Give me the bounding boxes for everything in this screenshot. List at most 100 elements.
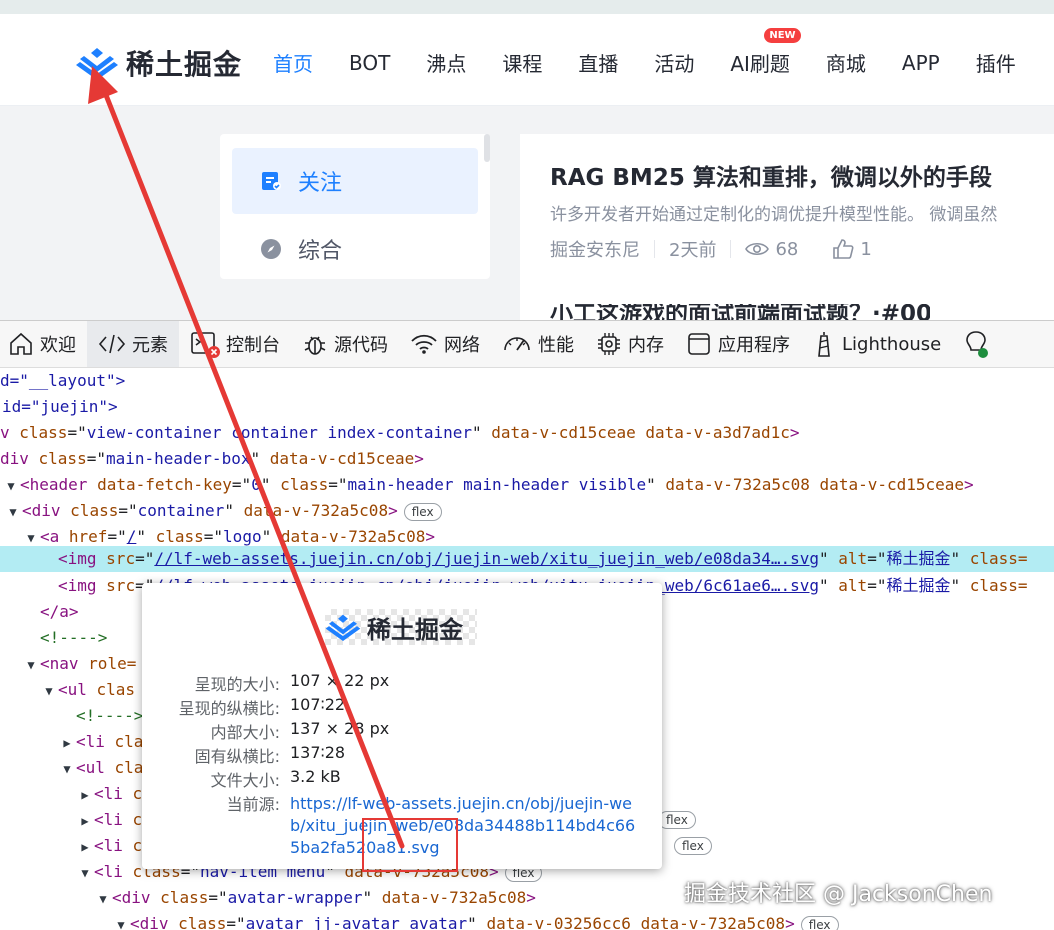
console-icon xyxy=(191,332,220,358)
meta-divider xyxy=(730,240,732,258)
tab-elements[interactable]: 元素 xyxy=(87,321,179,367)
sidebar-item-label: 关注 xyxy=(298,171,343,196)
expand-triangle-icon[interactable]: ▶ xyxy=(76,834,94,860)
tooltip-label: 内部大小: xyxy=(210,723,280,742)
juejin-logo-icon xyxy=(76,48,118,80)
tooltip-value: 137∶28 xyxy=(290,743,346,762)
tab-sources[interactable]: 源代码 xyxy=(291,321,399,367)
bug-icon xyxy=(304,336,326,355)
nav-item-course[interactable]: 课程 xyxy=(502,48,542,77)
tab-performance[interactable]: 性能 xyxy=(491,321,585,367)
tab-label: 性能 xyxy=(538,335,574,356)
nav-item-bot[interactable]: BOT xyxy=(349,51,390,75)
thumbs-up-icon[interactable] xyxy=(832,238,854,260)
home-icon xyxy=(10,332,32,355)
browser-top-strip xyxy=(0,0,1054,14)
article-views: 68 xyxy=(775,238,799,260)
tooltip-source-link[interactable]: https://lf-web-assets.juejin.cn/obj/juej… xyxy=(290,793,640,859)
dom-node[interactable]: ▼ <div class="container" data-v-732a5c08>… xyxy=(0,498,1054,524)
site-header: 稀土掘金 首页 BOT 沸点 课程 直播 活动 AI刷题 NEW 商城 APP 插… xyxy=(0,14,1054,106)
tooltip-label: 呈现的纵横比: xyxy=(178,699,280,718)
expand-triangle-icon[interactable]: ▶ xyxy=(58,730,76,756)
collapse-triangle-icon[interactable]: ▼ xyxy=(22,652,40,678)
next-article-title[interactable]: 小工这游戏的面试前端面试题？·#000 xyxy=(550,304,930,320)
article-likes: 1 xyxy=(860,238,872,260)
wifi-icon xyxy=(411,334,437,354)
tab-console[interactable]: 控制台 xyxy=(179,321,291,367)
tab-label: 应用程序 xyxy=(718,335,790,356)
article-title[interactable]: RAG BM25 算法和重排，微调以外的手段 xyxy=(550,158,992,192)
lightbulb-icon xyxy=(966,331,989,358)
nav-item-shop[interactable]: 商城 xyxy=(826,48,866,77)
sidebar-scrollbar[interactable] xyxy=(484,134,490,162)
tooltip-label: 文件大小: xyxy=(210,771,280,790)
tab-label: 控制台 xyxy=(226,335,280,356)
nav-item-pins[interactable]: 沸点 xyxy=(426,48,466,77)
devtools-tab-bar: 欢迎 元素 控制台 源代码 网络 性能 内存 应用程序 Lighthouse xyxy=(0,320,1054,368)
lighthouse-icon xyxy=(818,332,830,357)
new-badge: NEW xyxy=(764,28,801,43)
dom-node-selected[interactable]: <img src="//lf-web-assets.juejin.cn/obj/… xyxy=(0,546,1054,572)
expand-triangle-icon[interactable]: ▶ xyxy=(76,808,94,834)
article-abstract[interactable]: 许多开发者开始通过定制化的调优提升模型性能。 微调虽然 xyxy=(550,200,997,225)
collapse-triangle-icon[interactable]: ▼ xyxy=(2,473,20,499)
tab-overflow[interactable] xyxy=(952,321,995,367)
tab-memory[interactable]: 内存 xyxy=(585,321,675,367)
dom-node[interactable]: d="__layout"> xyxy=(0,368,1054,394)
code-icon xyxy=(98,334,126,354)
tab-network[interactable]: 网络 xyxy=(399,321,491,367)
tooltip-label: 当前源: xyxy=(226,795,280,814)
tooltip-label: 呈现的大小: xyxy=(194,675,280,694)
nav-item-events[interactable]: 活动 xyxy=(654,48,694,77)
sidebar-item-follow[interactable]: 关注 xyxy=(232,148,478,214)
flex-badge[interactable]: flex xyxy=(658,811,696,829)
watermark: 掘金技术社区 @ JacksonChen xyxy=(684,882,993,907)
tooltip-row-file-size: 文件大小: 3.2 kB xyxy=(142,767,341,791)
tooltip-image-preview: 稀土掘金 xyxy=(325,609,477,645)
tooltip-row-current-source: 当前源: xyxy=(142,791,280,815)
nav-item-live[interactable]: 直播 xyxy=(578,48,618,77)
tooltip-value: 3.2 kB xyxy=(290,767,341,786)
dom-node[interactable]: ▼ <div class="avatar jj-avatar avatar" da… xyxy=(0,911,1054,930)
tab-label: 网络 xyxy=(444,335,480,356)
nav-item-plugin[interactable]: 插件 xyxy=(976,48,1016,77)
dom-node[interactable]: ▼ <header data-fetch-key="0" class="main-… xyxy=(0,472,1054,498)
collapse-triangle-icon[interactable]: ▼ xyxy=(94,886,112,912)
tab-label: Lighthouse xyxy=(842,333,942,355)
tab-welcome[interactable]: 欢迎 xyxy=(0,321,87,367)
collapse-triangle-icon[interactable]: ▼ xyxy=(4,499,22,525)
tooltip-value: 107 × 22 px xyxy=(290,671,390,690)
tab-label: 欢迎 xyxy=(40,335,76,356)
sidebar-item-general[interactable]: 综合 xyxy=(232,216,478,282)
juejin-logo-icon xyxy=(325,614,361,641)
nav-item-home[interactable]: 首页 xyxy=(273,48,313,77)
nav-item-ai[interactable]: AI刷题 NEW xyxy=(730,28,801,77)
collapse-triangle-icon[interactable]: ▼ xyxy=(112,912,130,930)
collapse-triangle-icon[interactable]: ▼ xyxy=(58,756,76,782)
next-article-title-text: 小工这游戏的面试前端面试题？·#000 xyxy=(550,304,930,320)
nav-item-app[interactable]: APP xyxy=(902,51,940,75)
flex-badge[interactable]: flex xyxy=(800,915,839,930)
site-logo-text: 稀土掘金 xyxy=(126,48,243,81)
tooltip-row-intrinsic-ratio: 固有纵横比: 137∶28 xyxy=(142,743,345,767)
article-author[interactable]: 掘金安东尼 xyxy=(550,236,640,262)
expand-triangle-icon[interactable]: ▶ xyxy=(76,782,94,808)
follow-icon xyxy=(262,172,281,190)
dom-node[interactable]: id="juejin"> xyxy=(0,394,1054,420)
tooltip-row-rendered-ratio: 呈现的纵横比: 107∶22 xyxy=(142,695,345,719)
dom-node[interactable]: div class="main-header-box" data-v-cd15c… xyxy=(0,446,1054,472)
collapse-triangle-icon[interactable]: ▼ xyxy=(76,860,94,886)
tab-application[interactable]: 应用程序 xyxy=(675,321,801,367)
flex-badge[interactable]: flex xyxy=(674,837,712,855)
meta-divider xyxy=(654,240,655,258)
screenshot-root: 稀土掘金 首页 BOT 沸点 课程 直播 活动 AI刷题 NEW 商城 APP 插… xyxy=(0,0,1054,930)
gauge-icon xyxy=(504,337,530,351)
eye-icon xyxy=(745,242,770,256)
site-logo[interactable]: 稀土掘金 xyxy=(76,43,242,83)
dom-node[interactable]: v class="view-container container index-… xyxy=(0,420,1054,446)
tab-lighthouse[interactable]: Lighthouse xyxy=(801,321,952,367)
annotation-highlight-box xyxy=(362,818,458,872)
flex-badge[interactable]: flex xyxy=(403,502,442,521)
collapse-triangle-icon[interactable]: ▼ xyxy=(40,678,58,704)
sidebar-item-label: 综合 xyxy=(298,239,343,264)
